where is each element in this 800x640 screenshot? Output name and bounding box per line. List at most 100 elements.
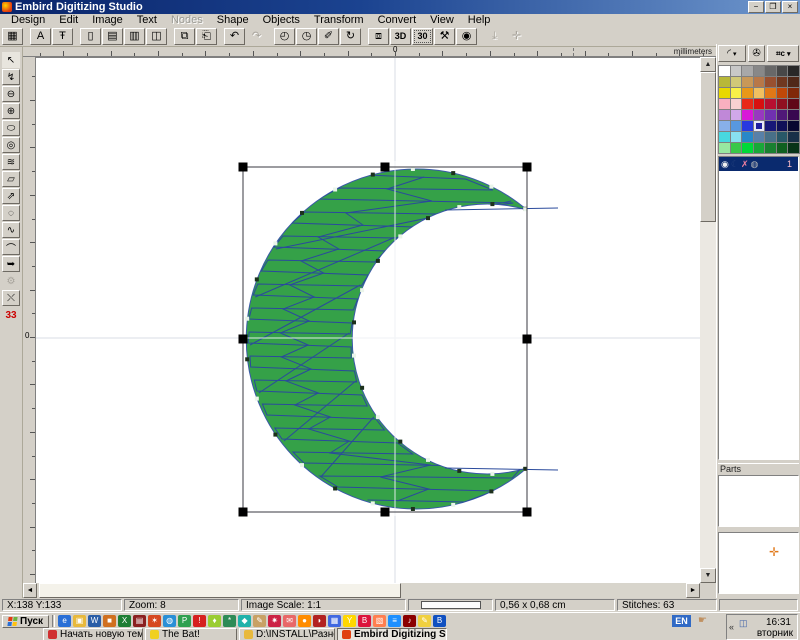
machine-button[interactable]: ✇: [748, 45, 766, 62]
stitch-mode-dropdown[interactable]: ⌗c ▾: [767, 45, 799, 62]
taskbar-window-button[interactable]: Начать новую тему :: B...: [43, 628, 143, 640]
quick-launch-icon[interactable]: ◍: [163, 615, 176, 627]
stitch-node[interactable]: [457, 205, 461, 209]
undo-button[interactable]: ↶: [224, 28, 245, 45]
tools-button[interactable]: ⚒: [434, 28, 455, 45]
stitch-node[interactable]: [411, 507, 415, 511]
quick-launch-icon[interactable]: ✶: [148, 615, 161, 627]
stitch-node[interactable]: [426, 458, 430, 462]
stitch-node[interactable]: [273, 433, 277, 437]
stitch-node[interactable]: [457, 469, 461, 473]
color-swatch[interactable]: [754, 66, 765, 76]
pen-knife-button[interactable]: ✐: [318, 28, 339, 45]
view-3d-button[interactable]: 3D: [390, 28, 411, 45]
column-arrow-tool[interactable]: ⇗: [2, 188, 20, 204]
quick-launch-icon[interactable]: e: [58, 615, 71, 627]
image-tool[interactable]: ▦: [2, 28, 23, 45]
taskbar-window-button[interactable]: Embird Digitizing Stud...: [337, 628, 447, 640]
color-swatch[interactable]: [719, 143, 730, 153]
menu-transform[interactable]: Transform: [307, 14, 371, 27]
stitch-node[interactable]: [360, 288, 364, 292]
color-swatch[interactable]: [765, 132, 776, 142]
selection-handle[interactable]: [239, 508, 248, 517]
quick-launch-icon[interactable]: ▤: [133, 615, 146, 627]
quick-launch-icon[interactable]: X: [118, 615, 131, 627]
new-file-button[interactable]: ▯: [80, 28, 101, 45]
quick-launch-icon[interactable]: ✎: [253, 615, 266, 627]
zoom-out-tool[interactable]: ⊖: [2, 86, 20, 102]
color-swatch[interactable]: [731, 77, 742, 87]
color-swatch[interactable]: [742, 132, 753, 142]
horizontal-scroll-thumb[interactable]: [39, 583, 401, 598]
menu-edit[interactable]: Edit: [52, 14, 85, 27]
color-swatch[interactable]: [754, 121, 765, 131]
title-bar[interactable]: Embird Digitizing Studio − ❐ ×: [0, 0, 800, 14]
color-swatch[interactable]: [719, 66, 730, 76]
density-gauge-button[interactable]: ◴: [274, 28, 295, 45]
menu-design[interactable]: Design: [4, 14, 52, 27]
color-swatch[interactable]: [731, 143, 742, 153]
quick-launch-icon[interactable]: ◗: [313, 615, 326, 627]
quick-launch-icon[interactable]: ■: [103, 615, 116, 627]
copy-button[interactable]: ⧉: [174, 28, 195, 45]
horizontal-scrollbar[interactable]: ◄ ►: [23, 583, 700, 598]
selection-handle[interactable]: [239, 335, 248, 344]
color-swatch[interactable]: [742, 99, 753, 109]
start-button[interactable]: Пуск: [2, 615, 49, 628]
eye-icon[interactable]: ◉: [721, 159, 729, 170]
color-swatch[interactable]: [719, 132, 730, 142]
stitch-node[interactable]: [451, 171, 455, 175]
stitch-node[interactable]: [398, 234, 402, 238]
quick-launch-icon[interactable]: ▧: [373, 615, 386, 627]
color-swatch[interactable]: [719, 121, 730, 131]
color-swatch[interactable]: [765, 88, 776, 98]
stitch-node[interactable]: [489, 185, 493, 189]
camera-button[interactable]: ◉: [456, 28, 477, 45]
color-swatch[interactable]: [788, 66, 799, 76]
quick-launch-icon[interactable]: Y: [343, 615, 356, 627]
minimize-button[interactable]: −: [748, 1, 764, 13]
language-indicator[interactable]: EN: [672, 615, 691, 627]
menu-convert[interactable]: Convert: [371, 14, 424, 27]
color-swatch[interactable]: [719, 99, 730, 109]
color-swatch[interactable]: [788, 88, 799, 98]
vertical-scrollbar[interactable]: ▲ ▼: [700, 57, 716, 583]
menu-help[interactable]: Help: [461, 14, 498, 27]
color-swatch[interactable]: [765, 99, 776, 109]
taskbar-window-button[interactable]: D:\INSTALL\Разное\Embird: [239, 628, 335, 640]
close-button[interactable]: ×: [782, 1, 798, 13]
quick-launch-icon[interactable]: ▣: [73, 615, 86, 627]
vertical-scroll-thumb[interactable]: [700, 72, 716, 222]
menu-shape[interactable]: Shape: [210, 14, 256, 27]
callout-tool[interactable]: ➥: [2, 256, 20, 272]
menu-image[interactable]: Image: [85, 14, 130, 27]
scroll-right-button[interactable]: ►: [686, 583, 700, 598]
node-edit-tool[interactable]: ↯: [2, 69, 20, 85]
stitch-node[interactable]: [398, 440, 402, 444]
color-swatch[interactable]: [788, 132, 799, 142]
color-swatch[interactable]: [754, 132, 765, 142]
window-3d-button[interactable]: ⧈: [368, 28, 389, 45]
color-swatch[interactable]: [731, 99, 742, 109]
color-swatch[interactable]: [788, 143, 799, 153]
stitch-node[interactable]: [376, 415, 380, 419]
color-swatch[interactable]: [731, 121, 742, 131]
color-swatch[interactable]: [765, 110, 776, 120]
color-swatch[interactable]: [765, 143, 776, 153]
color-swatch[interactable]: [742, 121, 753, 131]
color-swatch[interactable]: [788, 110, 799, 120]
stitch-node[interactable]: [490, 472, 494, 476]
stitch-node[interactable]: [489, 489, 493, 493]
quick-launch-icon[interactable]: *: [223, 615, 236, 627]
taskbar-window-button[interactable]: The Bat!: [145, 628, 237, 640]
color-swatch[interactable]: [788, 99, 799, 109]
stitch-node[interactable]: [245, 357, 249, 361]
scroll-down-button[interactable]: ▼: [700, 568, 716, 583]
quick-launch-icon[interactable]: P: [178, 615, 191, 627]
stitch-points-button[interactable]: 30: [412, 28, 433, 45]
select-tool[interactable]: ↖: [2, 52, 20, 68]
selection-handle[interactable]: [523, 163, 532, 172]
layer-row-selected[interactable]: ◉ ☾ ✗ ◍ 1: [719, 157, 798, 171]
color-swatch[interactable]: [742, 66, 753, 76]
quick-launch-icon[interactable]: B: [358, 615, 371, 627]
